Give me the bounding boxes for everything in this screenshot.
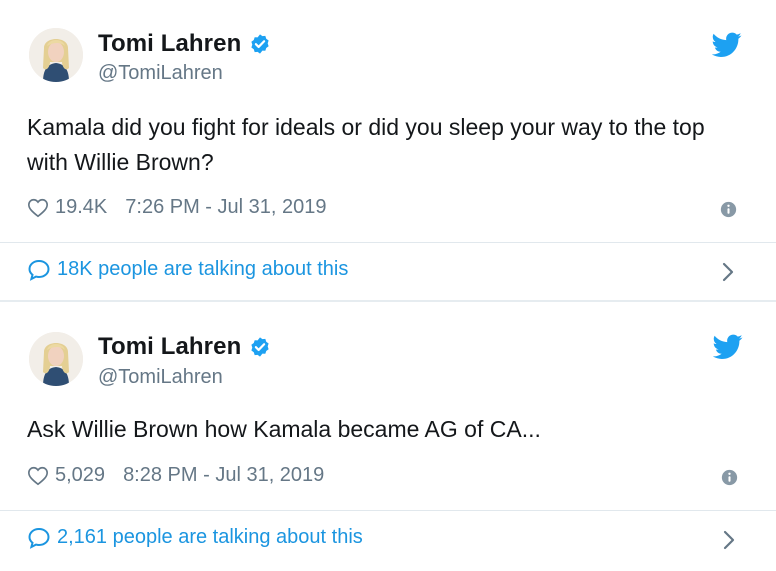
- verified-badge-icon: [251, 337, 269, 357]
- speech-bubble-icon: [28, 527, 50, 549]
- tweet-card[interactable]: Tomi Lahren @TomiLahren Kamala did you f…: [0, 0, 776, 300]
- verified-badge-icon: [251, 34, 269, 54]
- author-name[interactable]: Tomi Lahren: [98, 333, 241, 361]
- tweet-text: Ask Willie Brown how Kamala became AG of…: [27, 416, 541, 442]
- author-row[interactable]: Tomi Lahren: [98, 30, 271, 58]
- like-count[interactable]: 5,029: [55, 464, 105, 487]
- twitter-bird-icon[interactable]: [713, 334, 743, 360]
- like-count[interactable]: 19.4K: [55, 196, 107, 219]
- conversation-link[interactable]: 18K people are talking about this: [27, 258, 348, 281]
- author-handle[interactable]: @TomiLahren: [98, 366, 223, 389]
- divider: [0, 242, 776, 243]
- conversation-label[interactable]: 18K people are talking about this: [57, 258, 348, 281]
- info-icon[interactable]: [720, 201, 737, 218]
- tweet-timestamp[interactable]: 8:28 PM - Jul 31, 2019: [123, 464, 324, 487]
- tweet-timestamp[interactable]: 7:26 PM - Jul 31, 2019: [125, 196, 326, 219]
- conversation-link[interactable]: 2,161 people are talking about this: [27, 526, 363, 549]
- heart-icon[interactable]: [27, 465, 49, 487]
- heart-icon[interactable]: [27, 197, 49, 219]
- info-icon[interactable]: [721, 469, 738, 486]
- avatar-image: [29, 28, 83, 82]
- avatar-image: [29, 332, 83, 386]
- tweet-meta: 19.4K 7:26 PM - Jul 31, 2019: [27, 196, 327, 219]
- author-name[interactable]: Tomi Lahren: [98, 30, 241, 58]
- chevron-right-icon[interactable]: [722, 529, 736, 551]
- tweet-text: Kamala did you fight for ideals or did y…: [27, 114, 705, 175]
- tweet-meta: 5,029 8:28 PM - Jul 31, 2019: [27, 464, 324, 487]
- divider: [0, 510, 776, 511]
- twitter-bird-icon[interactable]: [712, 32, 742, 58]
- chevron-right-icon[interactable]: [721, 261, 735, 283]
- tweet-card[interactable]: Tomi Lahren @TomiLahren Ask Willie Brown…: [0, 302, 776, 571]
- avatar[interactable]: [29, 332, 83, 386]
- avatar[interactable]: [29, 28, 83, 82]
- conversation-label[interactable]: 2,161 people are talking about this: [57, 526, 363, 549]
- author-handle[interactable]: @TomiLahren: [98, 62, 223, 85]
- speech-bubble-icon: [28, 259, 50, 281]
- author-row[interactable]: Tomi Lahren: [98, 333, 271, 361]
